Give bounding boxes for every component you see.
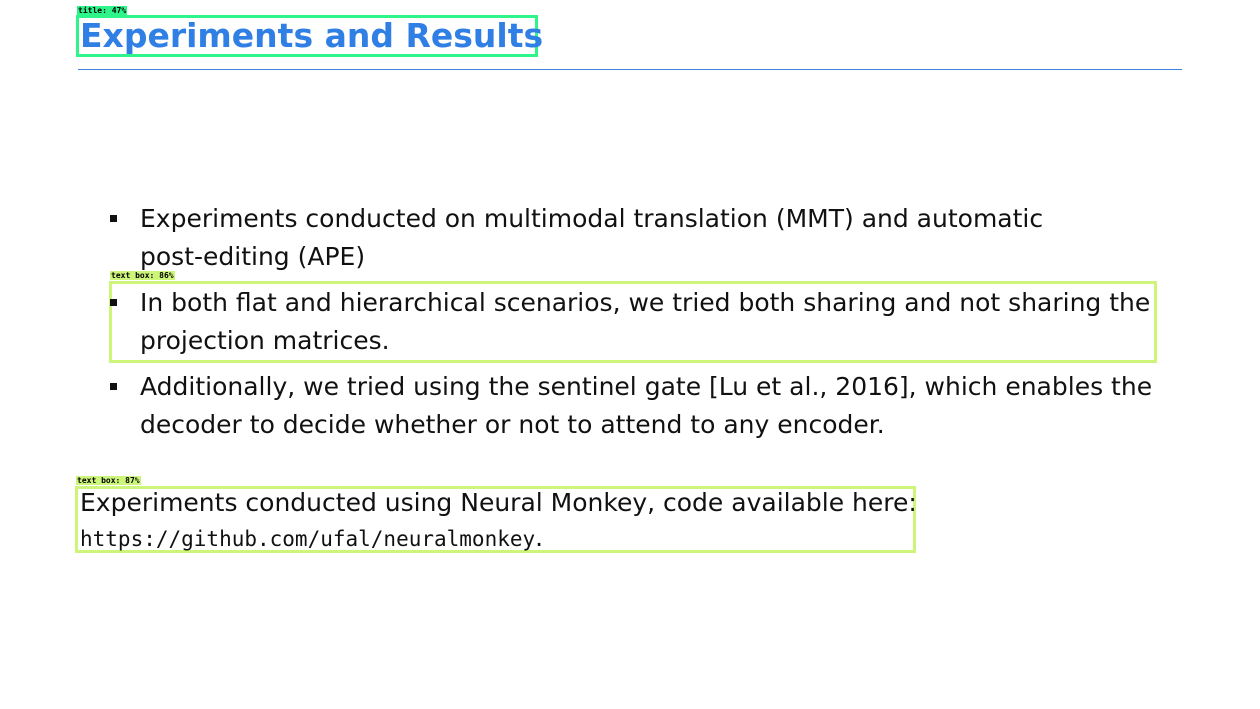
square-bullet-icon xyxy=(110,215,117,222)
bullet-item-sentinel-gate: Additionally, we tried using the sentine… xyxy=(108,368,1160,444)
bullet-line: In both flat and hierarchical scenarios,… xyxy=(140,288,1151,317)
bullet-line: Experiments conducted on multimodal tran… xyxy=(140,204,1044,233)
note-url-line: https://github.com/ufal/neuralmonkey. xyxy=(80,520,917,557)
bullet-item-sharing: In both flat and hierarchical scenarios,… xyxy=(108,284,1160,360)
bullet-line: decoder to decide whether or not to atte… xyxy=(140,410,885,439)
note-text: Experiments conducted using Neural Monke… xyxy=(80,488,917,517)
bullet-list: Experiments conducted on multimodal tran… xyxy=(108,200,1160,444)
bullet-line: Additionally, we tried using the sentine… xyxy=(140,372,1153,401)
title-divider xyxy=(78,69,1182,70)
slide-title: Experiments and Results xyxy=(80,16,544,55)
note-detection-tag: text box: 87% xyxy=(76,476,141,485)
bullet-line: post-editing (APE) xyxy=(140,242,366,271)
code-availability-note: Experiments conducted using Neural Monke… xyxy=(80,485,917,557)
square-bullet-icon xyxy=(110,383,117,390)
github-link[interactable]: https://github.com/ufal/neuralmonkey xyxy=(80,527,535,551)
note-period: . xyxy=(535,523,544,552)
bullet-item-mmt-ape: Experiments conducted on multimodal tran… xyxy=(108,200,1160,276)
bullet-line: projection matrices. xyxy=(140,326,390,355)
square-bullet-icon xyxy=(110,299,117,306)
